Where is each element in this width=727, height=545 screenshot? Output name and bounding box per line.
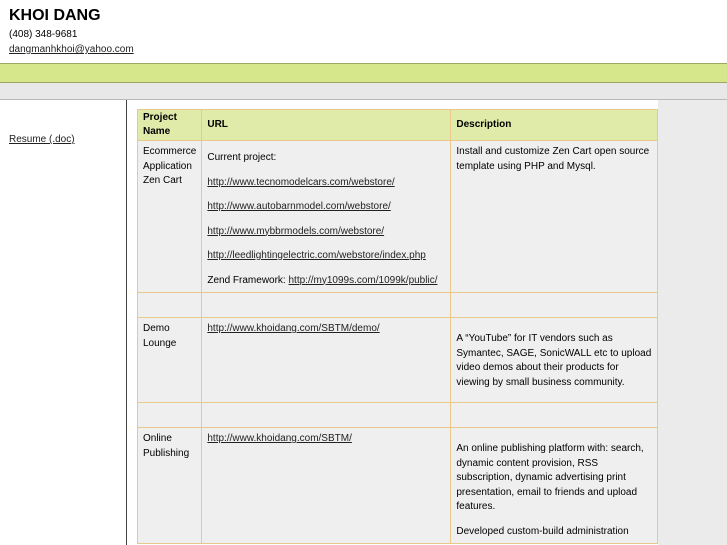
right-panel: [658, 100, 727, 545]
sidebar: Resume (.doc): [0, 100, 127, 545]
project-url-cell: http://www.khoidang.com/SBTM/demo/: [201, 317, 452, 403]
project-name: Ecommerce Application Zen Cart: [136, 140, 203, 293]
spacer-cell: [450, 402, 658, 428]
project-url-link[interactable]: http://my1099s.com/1099k/public/: [289, 275, 438, 286]
person-name: KHOI DANG: [9, 7, 101, 24]
project-description: An online publishing platform with: sear…: [450, 427, 658, 544]
project-url-link[interactable]: http://www.khoidang.com/SBTM/demo/: [207, 323, 379, 334]
current-project-label: Current project:: [207, 152, 277, 163]
spacer-row: [136, 402, 658, 428]
table-row: Ecommerce Application Zen Cart Current p…: [136, 140, 658, 293]
table-header-row: Project Name URL Description: [136, 109, 658, 141]
spacer-cell: [450, 292, 658, 318]
zend-framework-line: Zend Framework: http://my1099s.com/1099k…: [207, 274, 445, 289]
spacer-cell: [201, 292, 452, 318]
project-url-link[interactable]: http://leedlightingelectric.com/webstore…: [207, 249, 445, 264]
project-urls: Current project: http://www.tecnomodelca…: [201, 140, 452, 293]
email-link[interactable]: dangmanhkhoi@yahoo.com: [9, 43, 134, 56]
nav-bar: [0, 83, 727, 100]
phone-number: (408) 348-9681: [9, 29, 78, 40]
header-description: Description: [450, 109, 658, 141]
project-url-link[interactable]: http://www.mybbrmodels.com/webstore/: [207, 225, 445, 240]
spacer-row: [136, 292, 658, 318]
project-name: Demo Lounge: [136, 317, 203, 403]
project-description: A “YouTube” for IT vendors such as Syman…: [450, 317, 658, 403]
spacer-cell: [201, 402, 452, 428]
header-project-name: Project Name: [136, 109, 203, 141]
project-url-cell: http://www.khoidang.com/SBTM/: [201, 427, 452, 544]
table-row: Online Publishing http://www.khoidang.co…: [136, 427, 658, 544]
project-url-link[interactable]: http://www.tecnomodelcars.com/webstore/: [207, 176, 445, 191]
resume-header: KHOI DANG (408) 348-9681 dangmanhkhoi@ya…: [9, 6, 134, 56]
table-row: Demo Lounge http://www.khoidang.com/SBTM…: [136, 317, 658, 403]
description-text: An online publishing platform with: sear…: [456, 443, 644, 512]
project-url-link[interactable]: http://www.khoidang.com/SBTM/: [207, 433, 352, 444]
zend-label: Zend Framework:: [207, 274, 286, 286]
description-text: A “YouTube” for IT vendors such as Syman…: [456, 333, 652, 388]
project-name: Online Publishing: [136, 427, 203, 544]
header-accent-bar: [0, 63, 727, 83]
header-url: URL: [201, 109, 452, 141]
description-text-more: Developed custom-build administration: [456, 525, 629, 537]
projects-table: Project Name URL Description Ecommerce A…: [136, 109, 658, 544]
project-url-link[interactable]: http://www.autobarnmodel.com/webstore/: [207, 200, 445, 215]
spacer-cell: [136, 402, 203, 428]
spacer-cell: [136, 292, 203, 318]
resume-doc-link[interactable]: Resume (.doc): [9, 134, 75, 145]
project-description: Install and customize Zen Cart open sour…: [450, 140, 658, 293]
